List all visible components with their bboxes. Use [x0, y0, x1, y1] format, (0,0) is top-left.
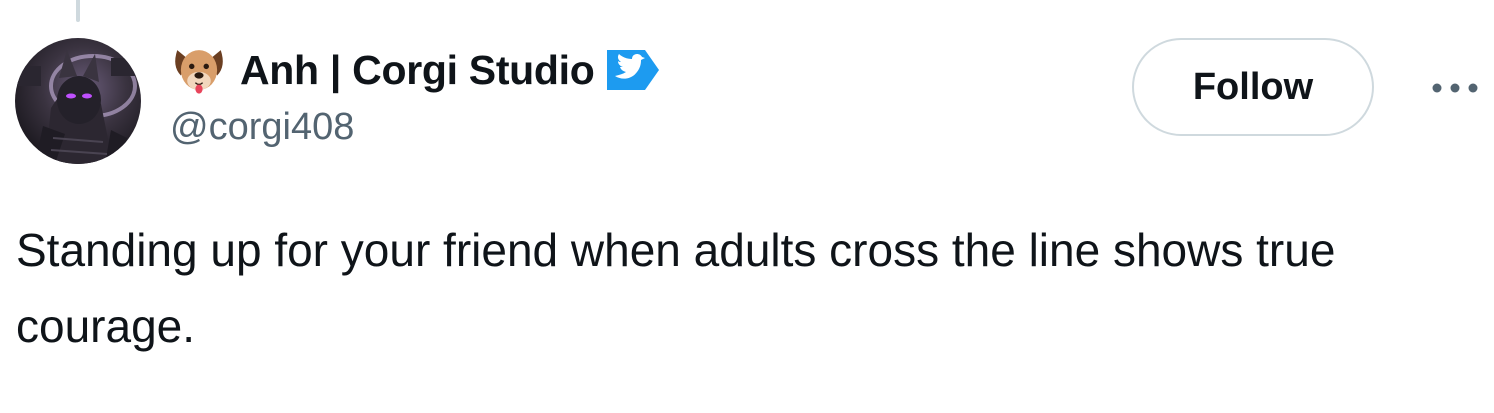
more-dots-icon — [1432, 83, 1478, 93]
dog-face-icon — [175, 50, 223, 94]
thread-connector-line — [76, 0, 80, 22]
author-handle[interactable]: @corgi408 — [170, 108, 354, 146]
avatar-image — [15, 38, 141, 164]
tweet-text: Standing up for your friend when adults … — [16, 224, 1336, 352]
blue-bird-verified-icon[interactable] — [605, 48, 661, 92]
more-options-button[interactable] — [1426, 68, 1484, 108]
avatar[interactable] — [15, 38, 141, 164]
author-display-name[interactable]: Anh | Corgi Studio — [240, 49, 595, 91]
follow-button[interactable]: Follow — [1132, 38, 1374, 136]
author-name-row: Anh | Corgi Studio — [170, 40, 661, 100]
